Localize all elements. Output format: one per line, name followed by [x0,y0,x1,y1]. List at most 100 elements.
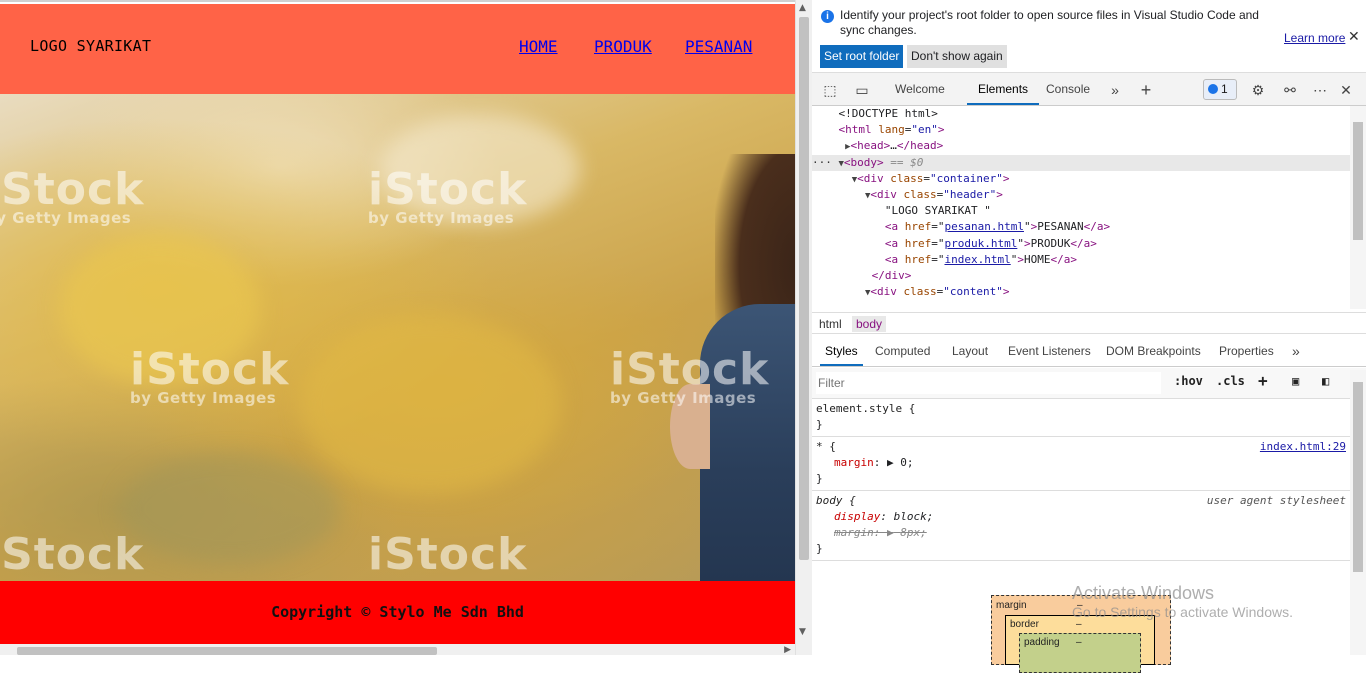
href-link[interactable]: pesanan.html [944,220,1023,233]
href-link[interactable]: index.html [944,253,1010,266]
head-tag: head [857,139,884,153]
dom-tree-scrollbar[interactable] [1350,106,1366,309]
class-toggle-button[interactable]: .cls [1216,374,1245,388]
tab-console[interactable]: Console [1046,73,1090,105]
hover-state-button[interactable]: :hov [1174,374,1203,388]
text-node: PESANAN [1037,220,1084,234]
tab-layout[interactable]: Layout [952,336,988,366]
padding-label: padding [1024,637,1060,648]
vertical-scroll-thumb[interactable] [799,17,809,560]
devtools-tabbar: ⬚ ▭ Welcome Elements Console » + 1 ⚙ ⚯ ⋯… [812,73,1366,106]
dom-node[interactable]: "LOGO SYARIKAT " [812,203,1350,219]
horizontal-scroll-thumb[interactable] [17,647,437,655]
styles-filter-input[interactable] [816,372,1161,394]
dom-node[interactable]: <a href="pesanan.html">PESANAN</a> [812,219,1350,235]
tab-styles[interactable]: Styles [820,336,863,366]
breadcrumb-body[interactable]: body [852,316,887,332]
horizontal-scrollbar[interactable]: ▶ [0,644,795,655]
nav-pesanan-link[interactable]: PESANAN [685,37,752,56]
dom-node[interactable]: <a href="produk.html">PRODUK</a> [812,236,1350,252]
add-tab-icon[interactable]: + [1136,80,1156,100]
close-icon[interactable]: ✕ [1348,28,1360,45]
scroll-up-arrow-icon[interactable]: ▲ [799,3,806,13]
attr-name: class [890,171,924,185]
styles-subtabs: Styles Computed Layout Event Listeners D… [812,336,1366,367]
expand-triangle-icon[interactable]: ▶ [887,456,894,469]
dom-node[interactable]: </div> [812,268,1350,284]
style-property-overridden: margin: ▶ 8px; [834,526,927,539]
inspect-element-icon[interactable]: ⬚ [820,80,840,100]
paint-brush-icon[interactable]: ▣ [1292,374,1299,388]
settings-gear-icon[interactable]: ⚙ [1248,80,1268,100]
text-node: HOME [1023,252,1051,266]
dont-show-again-button[interactable]: Don't show again [907,45,1007,68]
a-tag: a [891,236,899,250]
tab-properties[interactable]: Properties [1219,336,1274,366]
styles-scrollbar[interactable] [1350,370,1366,655]
nav-produk-link[interactable]: PRODUK [594,37,652,56]
toggle-sidebar-icon[interactable]: ◧ [1322,374,1329,388]
selected-marker: == $0 [890,155,924,169]
styles-scroll-thumb[interactable] [1353,382,1363,572]
attr-name: class [903,187,937,201]
dom-tree: <!DOCTYPE html> <html lang="en"> ▶<head>… [812,106,1350,309]
a-tag: a [891,220,899,234]
new-rule-icon[interactable]: + [1258,371,1268,390]
more-subtabs-icon[interactable]: » [1292,336,1300,366]
href-link[interactable]: produk.html [944,237,1017,250]
attr-name: href [904,252,932,266]
property-value: 8px; [900,526,927,539]
rule-source: user agent stylesheet [1206,494,1346,507]
issues-badge[interactable]: 1 [1203,79,1237,100]
activate-title: Activate Windows [1072,583,1215,603]
tab-dom-breakpoints[interactable]: DOM Breakpoints [1106,336,1201,366]
dom-node[interactable]: ▼<div class="header"> [812,187,1350,203]
tab-event-listeners[interactable]: Event Listeners [1008,336,1091,366]
issues-count: 1 [1221,82,1228,96]
dom-node-selected[interactable]: ··· ▼<body> == $0 [812,154,1350,171]
tab-welcome[interactable]: Welcome [895,73,945,105]
bokeh-blob [120,454,340,564]
watermark: iStockby Getty Images [0,164,145,227]
tab-computed[interactable]: Computed [875,336,930,366]
close-devtools-icon[interactable]: ✕ [1336,80,1356,100]
device-emulation-icon[interactable]: ▭ [852,80,872,100]
vertical-scrollbar[interactable]: ▲ ▼ [795,0,812,655]
body-tag: body [850,155,878,169]
doctype-text: <!DOCTYPE html> [838,107,938,120]
border-value: – [1076,619,1082,630]
tab-elements[interactable]: Elements [967,73,1040,105]
more-tabs-icon[interactable]: » [1105,80,1125,100]
style-property[interactable]: margin: ▶ 0; [816,455,1346,471]
rule-source-link[interactable]: index.html:29 [1260,439,1346,455]
rule-close: } [816,542,823,555]
connect-device-icon[interactable]: ⚯ [1280,80,1300,100]
scroll-down-arrow-icon[interactable]: ▼ [799,627,806,637]
learn-more-link[interactable]: Learn more [1284,31,1345,45]
site-header: LOGO SYARIKAT HOME PRODUK PESANAN [0,4,795,94]
padding-value: – [1076,637,1082,648]
dom-tree-scroll-thumb[interactable] [1353,122,1363,240]
attr-name: href [904,236,932,250]
breadcrumb: html body [812,312,1366,334]
more-options-icon[interactable]: ⋯ [1310,80,1330,100]
watermark: iStock [0,529,145,580]
page-viewport: LOGO SYARIKAT HOME PRODUK PESANAN iStock… [0,0,795,655]
issues-icon [1208,84,1218,94]
margin-label: margin [996,600,1027,611]
info-icon: i [821,10,834,23]
scroll-right-arrow-icon[interactable]: ▶ [784,645,791,655]
styles-filter-bar: :hov .cls + ▣ ◧ [812,368,1366,399]
dom-node[interactable]: <!DOCTYPE html> [812,106,1350,122]
nav-home-link[interactable]: HOME [519,37,558,56]
dom-node[interactable]: <html lang="en"> [812,122,1350,138]
rule-selector[interactable]: element.style { [816,401,1346,417]
dom-node[interactable]: ▼<div class="content"> [812,284,1350,300]
dom-node[interactable]: ▼<div class="container"> [812,171,1350,187]
hero-image: iStockby Getty Images iStockby Getty Ima… [0,94,795,581]
breadcrumb-html[interactable]: html [815,316,846,332]
vscode-infobar: i Identify your project's root folder to… [812,0,1366,73]
dom-node[interactable]: ▶<head>…</head> [812,138,1350,154]
dom-node[interactable]: <a href="index.html">HOME</a> [812,252,1350,268]
set-root-folder-button[interactable]: Set root folder [820,45,904,68]
